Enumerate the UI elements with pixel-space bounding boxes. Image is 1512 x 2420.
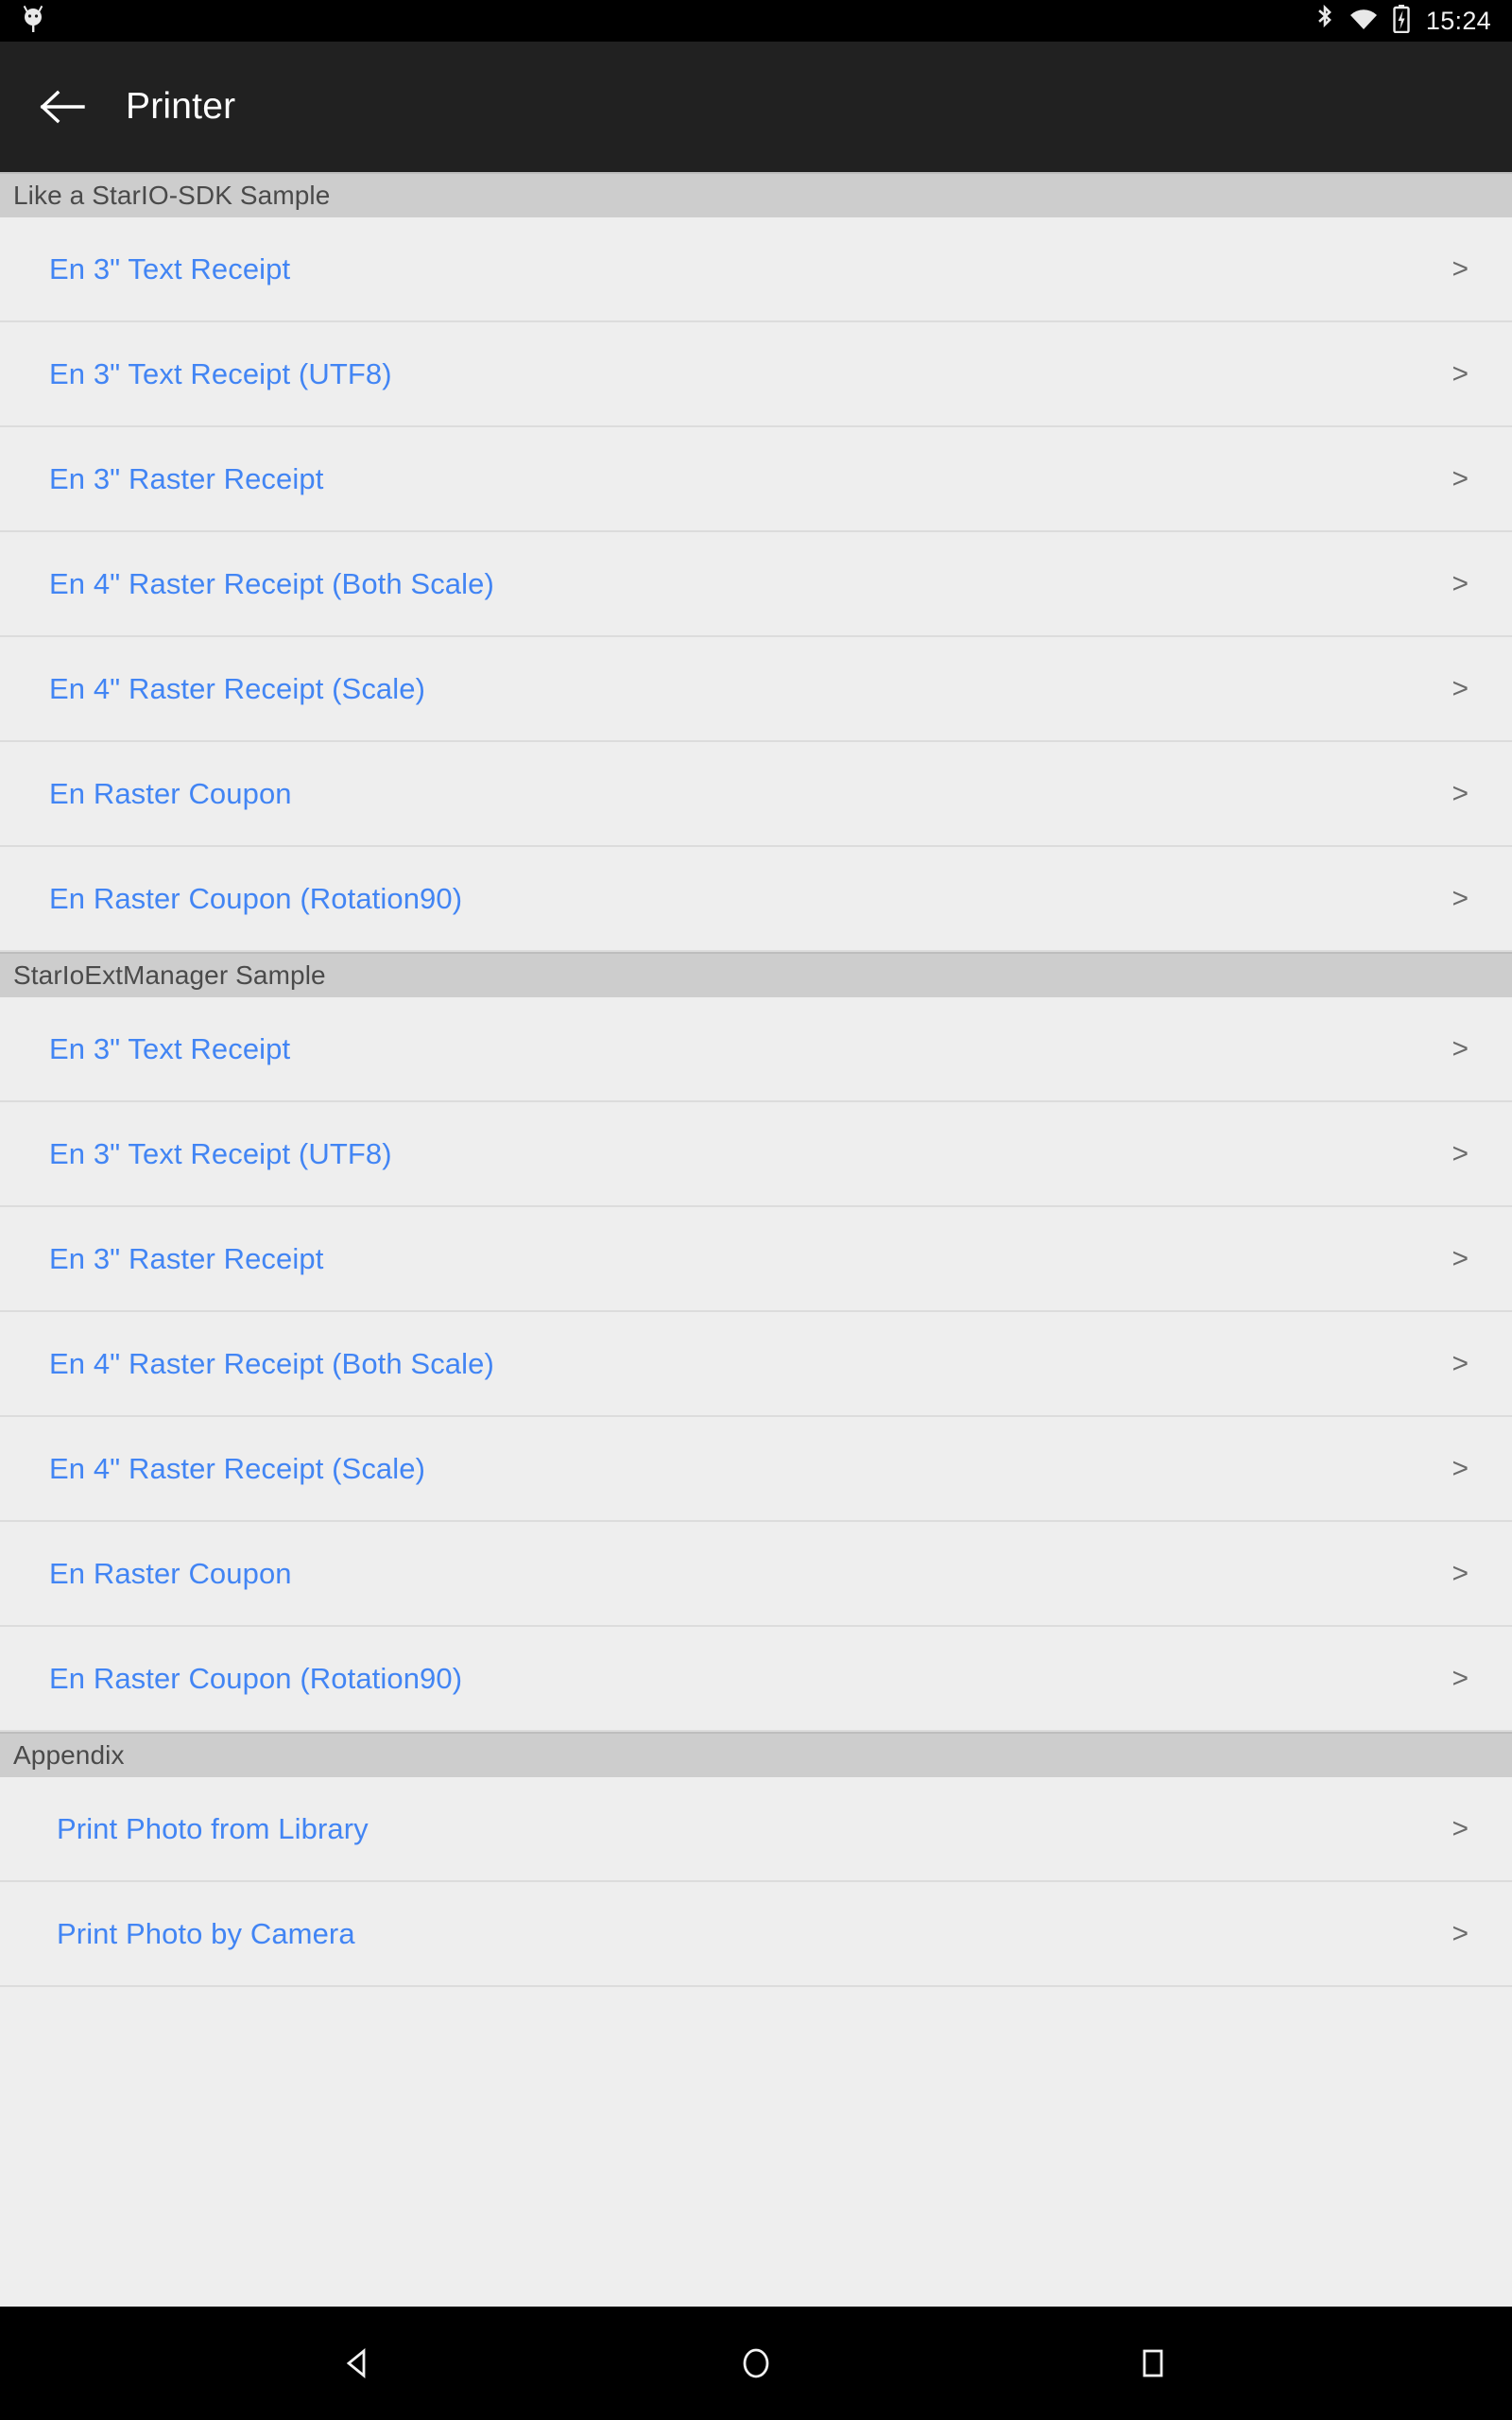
list-item-label: En 4" Raster Receipt (Both Scale) <box>49 566 494 600</box>
list-item[interactable]: En 4" Raster Receipt (Both Scale) > <box>0 532 1512 637</box>
list-item-label: En 3" Raster Receipt <box>49 461 324 495</box>
chevron-right-icon: > <box>1452 1662 1469 1694</box>
list-item-label: En 3" Raster Receipt <box>49 1241 324 1275</box>
battery-charging-icon <box>1392 4 1411 38</box>
list-item-label: En 4" Raster Receipt (Scale) <box>49 671 426 705</box>
list-item-label: En Raster Coupon (Rotation90) <box>49 881 463 915</box>
chevron-right-icon: > <box>1452 1347 1469 1379</box>
list-item[interactable]: En 4" Raster Receipt (Scale) > <box>0 637 1512 742</box>
list-item[interactable]: En Raster Coupon > <box>0 1522 1512 1627</box>
status-bar: 15:24 <box>0 0 1512 42</box>
list-item-label: En 3" Text Receipt <box>49 1031 291 1065</box>
list-item[interactable]: En 3" Text Receipt (UTF8) > <box>0 322 1512 427</box>
bluetooth-icon <box>1314 4 1335 38</box>
chevron-right-icon: > <box>1452 1032 1469 1064</box>
page-title: Printer <box>126 86 236 127</box>
list-item-label: Print Photo from Library <box>57 1811 369 1845</box>
list-item-label: En 3" Text Receipt (UTF8) <box>49 1136 392 1170</box>
list-item[interactable]: En 4" Raster Receipt (Scale) > <box>0 1417 1512 1522</box>
list-item-label: En 4" Raster Receipt (Scale) <box>49 1451 426 1485</box>
section-header: Like a StarIO-SDK Sample <box>0 172 1512 217</box>
list-item[interactable]: En Raster Coupon (Rotation90) > <box>0 1627 1512 1732</box>
nav-recents-icon[interactable] <box>1101 2311 1205 2415</box>
status-bar-notifications <box>21 5 45 38</box>
list-item-label: En 3" Text Receipt <box>49 251 291 285</box>
chevron-right-icon: > <box>1452 777 1469 809</box>
list-item[interactable]: En 3" Text Receipt > <box>0 997 1512 1102</box>
settings-list[interactable]: Like a StarIO-SDK Sample En 3" Text Recei… <box>0 172 1512 2307</box>
chevron-right-icon: > <box>1452 357 1469 389</box>
list-item[interactable]: En Raster Coupon > <box>0 742 1512 847</box>
list-item[interactable]: En 3" Raster Receipt > <box>0 427 1512 532</box>
status-bar-indicators: 15:24 <box>1314 4 1491 38</box>
list-item[interactable]: Print Photo by Camera > <box>0 1882 1512 1987</box>
chevron-right-icon: > <box>1452 882 1469 914</box>
chevron-right-icon: > <box>1452 1452 1469 1484</box>
list-item[interactable]: Print Photo from Library > <box>0 1777 1512 1882</box>
chevron-right-icon: > <box>1452 1812 1469 1844</box>
list-item[interactable]: En 3" Text Receipt (UTF8) > <box>0 1102 1512 1207</box>
chevron-right-icon: > <box>1452 1242 1469 1274</box>
android-nav-bar <box>0 2307 1512 2420</box>
chevron-right-icon: > <box>1452 1137 1469 1169</box>
list-item-label: En Raster Coupon (Rotation90) <box>49 1661 463 1695</box>
list-item[interactable]: En Raster Coupon (Rotation90) > <box>0 847 1512 952</box>
chevron-right-icon: > <box>1452 567 1469 599</box>
wifi-icon <box>1349 7 1379 36</box>
android-screen: 15:24 Printer Like a StarIO-SDK Sample En… <box>0 0 1512 2420</box>
chevron-right-icon: > <box>1452 252 1469 285</box>
chevron-right-icon: > <box>1452 672 1469 704</box>
list-item-label: En Raster Coupon <box>49 1556 292 1590</box>
status-bar-clock: 15:24 <box>1425 6 1491 35</box>
section-header: StarIoExtManager Sample <box>0 952 1512 997</box>
list-item-label: Print Photo by Camera <box>57 1916 355 1950</box>
chevron-right-icon: > <box>1452 1917 1469 1949</box>
list-item[interactable]: En 3" Text Receipt > <box>0 217 1512 322</box>
android-robot-icon <box>21 5 45 38</box>
list-item[interactable]: En 3" Raster Receipt > <box>0 1207 1512 1312</box>
nav-home-icon[interactable] <box>704 2311 808 2415</box>
list-item-label: En Raster Coupon <box>49 776 292 810</box>
list-item[interactable]: En 4" Raster Receipt (Both Scale) > <box>0 1312 1512 1417</box>
chevron-right-icon: > <box>1452 1557 1469 1589</box>
list-item-label: En 4" Raster Receipt (Both Scale) <box>49 1346 494 1380</box>
nav-back-icon[interactable] <box>307 2311 411 2415</box>
back-arrow-icon[interactable] <box>32 76 94 138</box>
list-empty-space <box>0 1987 1512 2307</box>
app-bar: Printer <box>0 42 1512 172</box>
section-header: Appendix <box>0 1732 1512 1777</box>
list-item-label: En 3" Text Receipt (UTF8) <box>49 356 392 390</box>
chevron-right-icon: > <box>1452 462 1469 494</box>
